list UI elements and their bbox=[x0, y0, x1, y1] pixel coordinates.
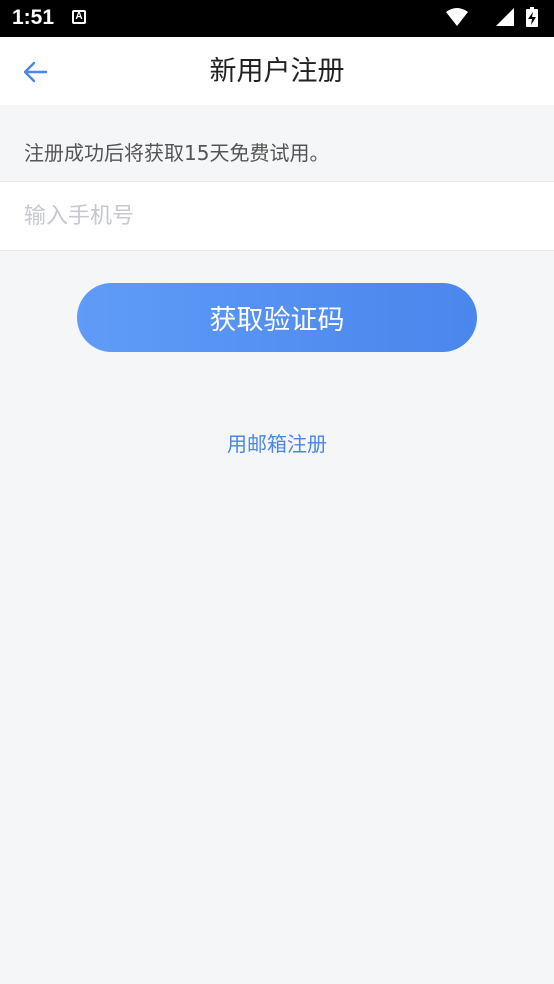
accessibility-a-icon: A bbox=[72, 10, 86, 24]
phone-number-input[interactable] bbox=[24, 182, 524, 250]
trial-notice: 注册成功后将获取15天免费试用。 bbox=[24, 141, 330, 165]
status-time: 1:51 bbox=[12, 6, 55, 29]
page-title: 新用户注册 bbox=[209, 56, 345, 87]
signal-icon bbox=[496, 8, 514, 26]
status-icons bbox=[444, 6, 544, 30]
wifi-icon bbox=[446, 8, 468, 26]
app-header: 新用户注册 bbox=[0, 37, 554, 105]
phone-input-row bbox=[0, 181, 554, 251]
battery-charging-icon bbox=[526, 7, 538, 27]
get-verification-code-button[interactable]: 获取验证码 bbox=[77, 283, 477, 352]
email-register-link[interactable]: 用邮箱注册 bbox=[0, 430, 554, 458]
status-bar: 1:51 A bbox=[0, 0, 554, 37]
